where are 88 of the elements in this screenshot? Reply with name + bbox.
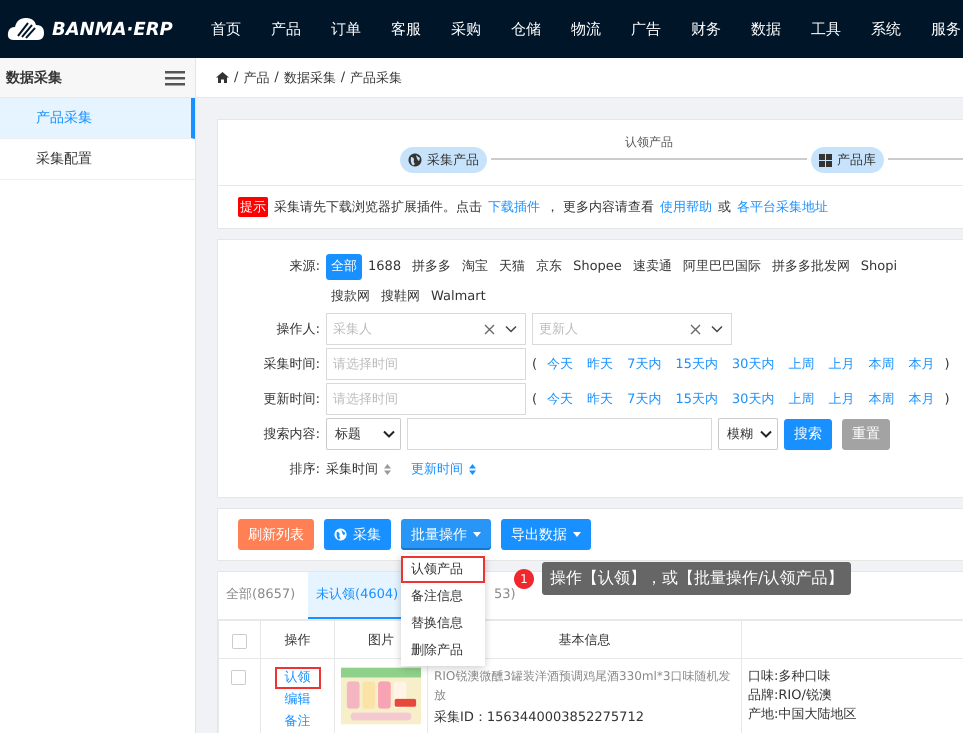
nav-item[interactable]: 工具 <box>811 20 841 38</box>
sort-option[interactable]: 采集时间 <box>326 460 378 478</box>
bracket: ( <box>532 392 538 406</box>
chevron-down-icon <box>505 325 517 333</box>
caret-icon <box>473 532 481 537</box>
notice-text: 或 <box>718 199 732 216</box>
operator-select[interactable]: 更新人 <box>532 313 732 345</box>
breadcrumb-item[interactable]: 产品采集 <box>350 68 402 86</box>
source-option[interactable]: 1688 <box>363 254 406 280</box>
column-header: 操作 <box>260 620 334 658</box>
breadcrumb-separator: / <box>234 70 238 85</box>
annotation-tooltip: 操作【认领】，或【批量操作/认领产品】 <box>542 562 852 595</box>
source-option[interactable]: 拼多多 <box>407 254 456 280</box>
bracket: ) <box>944 356 950 372</box>
connector-label: 认领产品 <box>624 134 674 151</box>
menu-icon[interactable] <box>165 70 185 86</box>
filter-label: 更新时间: <box>262 391 320 408</box>
source-option[interactable]: 阿里巴巴国际 <box>678 254 766 280</box>
clear-icon[interactable] <box>690 324 701 334</box>
sidebar-title: 数据采集 <box>6 68 62 86</box>
filter-label: 采集时间: <box>262 356 320 373</box>
source-option[interactable]: 速卖通 <box>628 254 677 280</box>
sort-icon[interactable] <box>384 464 391 474</box>
source-option[interactable]: 京东 <box>531 254 568 280</box>
source-option[interactable]: 拼多多批发网 <box>766 254 855 280</box>
source-option[interactable]: Walmart <box>426 284 491 310</box>
brand-name: BANMA·ERP <box>52 18 173 40</box>
breadcrumb-item[interactable]: 产品 <box>243 68 270 86</box>
sort-icon[interactable] <box>469 464 476 474</box>
nav-item[interactable]: 数据 <box>751 20 781 38</box>
tip-badge: 提示 <box>238 197 268 217</box>
product-attribute: 产地:中国大陆地区 <box>748 706 858 724</box>
nav-item[interactable]: 仓储 <box>511 20 541 38</box>
product-title: RIO锐澳微醺3罐装洋酒预调鸡尾酒330ml*3口味随机发放 <box>434 668 732 704</box>
nav-item[interactable]: 财务 <box>691 20 721 38</box>
step-number-badge: 1 <box>514 568 534 588</box>
globe-icon <box>408 153 422 167</box>
nav-item[interactable]: 服务 <box>931 20 961 38</box>
date-field[interactable]: 请选择时间 <box>326 348 526 380</box>
filter-label: 排序: <box>288 461 320 478</box>
row-checkbox[interactable] <box>231 670 246 685</box>
source-option[interactable]: Shopee <box>568 254 627 280</box>
nav-item[interactable]: 产品 <box>271 20 301 38</box>
breadcrumb-item[interactable]: 数据采集 <box>284 68 336 86</box>
source-option[interactable]: 天猫 <box>494 254 530 280</box>
source-option[interactable]: Shopi <box>856 254 902 280</box>
bracket: ) <box>944 392 950 406</box>
clear-icon[interactable] <box>484 324 495 334</box>
bracket: ( <box>532 356 538 372</box>
source-option[interactable]: 搜款网 <box>326 284 375 310</box>
home-icon[interactable] <box>216 72 229 83</box>
search-input[interactable] <box>407 418 712 450</box>
sidebar-item[interactable]: 采集配置 <box>0 139 195 180</box>
chevron-down-icon <box>711 325 723 333</box>
menu-item[interactable]: 删除产品 <box>401 637 485 664</box>
globe-icon <box>334 528 347 541</box>
breadcrumb-separator: / <box>340 70 346 85</box>
notice-text: 采集请先下载浏览器扩展插件。点击 <box>274 199 482 216</box>
grid-icon <box>819 154 832 166</box>
chevron-down-icon <box>760 430 772 438</box>
search-field-select[interactable]: 标题 <box>326 418 401 450</box>
filter-label: 操作人: <box>276 321 320 338</box>
source-option[interactable]: 淘宝 <box>457 254 494 280</box>
chevron-down-icon <box>383 430 395 438</box>
nav-item[interactable]: 首页 <box>211 20 241 38</box>
caret-icon <box>573 532 581 537</box>
step-pill: 产品库 <box>811 147 884 173</box>
nav-item[interactable]: 系统 <box>871 20 901 38</box>
source-option[interactable]: 搜鞋网 <box>376 284 425 310</box>
product-attribute: 口味:多种口味 <box>748 668 832 686</box>
collect-id: 采集ID：1563440003852275712 <box>434 709 645 727</box>
step-pill: 采集产品 <box>400 147 487 173</box>
nav-item[interactable]: 采购 <box>451 20 481 38</box>
filter-label: 搜索内容: <box>262 426 320 443</box>
nav-item[interactable]: 客服 <box>391 20 421 38</box>
tab[interactable]: 全部(8657) <box>218 572 308 619</box>
breadcrumb-separator: / <box>274 70 279 85</box>
menu-item[interactable]: 认领产品 <box>401 556 485 583</box>
nav-item[interactable]: 物流 <box>571 20 601 38</box>
notice-text: ， 更多内容请查看 <box>546 199 654 216</box>
product-attribute: 品牌:RIO/锐澳 <box>748 687 833 705</box>
date-field[interactable]: 请选择时间 <box>326 383 526 415</box>
filter-label: 来源: <box>288 258 320 276</box>
nav-item[interactable]: 订单 <box>331 20 361 38</box>
operator-select[interactable]: 采集人 <box>326 313 526 345</box>
select-all-checkbox[interactable] <box>232 634 247 648</box>
nav-item[interactable]: 广告 <box>631 20 661 38</box>
match-mode-select[interactable]: 模糊 <box>718 418 778 450</box>
